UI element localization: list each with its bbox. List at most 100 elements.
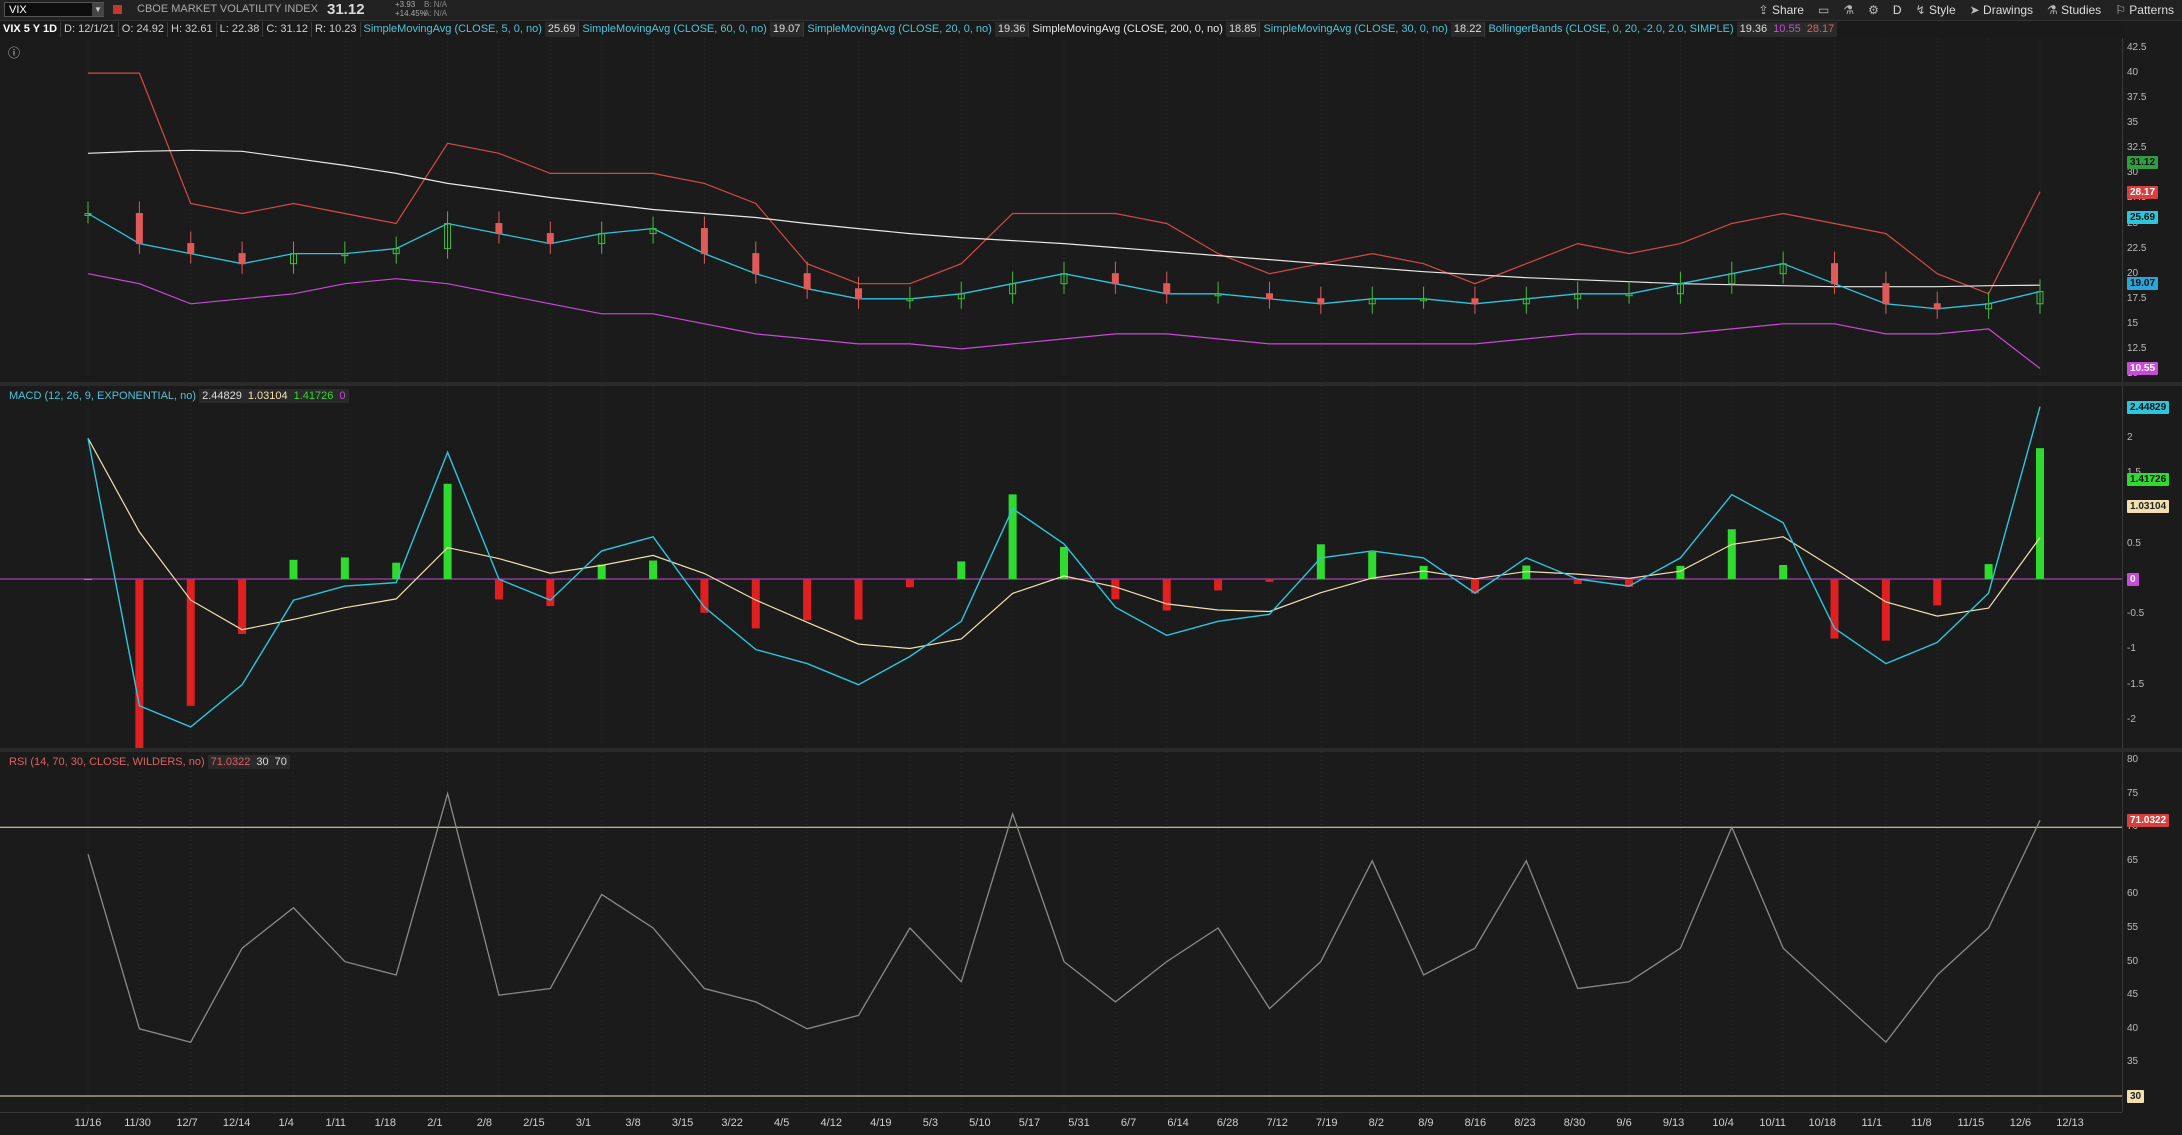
macd-value: 2.44829 xyxy=(199,389,245,403)
flag-icon[interactable] xyxy=(113,5,122,14)
price-tick: 42.5 xyxy=(2127,42,2147,53)
share-button[interactable]: ⇪ Share xyxy=(1759,3,1804,17)
study-sma200-label[interactable]: SimpleMovingAvg (CLOSE, 200, 0, no) xyxy=(1028,22,1226,37)
macd-tick: 0.5 xyxy=(2127,537,2141,549)
time-axis-label: 4/5 xyxy=(774,1117,790,1129)
macd-histogram-bar xyxy=(1779,564,1788,580)
macd-histogram-bar xyxy=(1368,551,1377,580)
macd-tag: 1.03104 xyxy=(2127,500,2170,514)
rsi-chart[interactable] xyxy=(0,752,2122,1112)
macd-label[interactable]: MACD (12, 26, 9, EXPONENTIAL, no) xyxy=(6,389,199,403)
macd-histogram-bar xyxy=(957,561,966,580)
rsi-tick: 50 xyxy=(2127,955,2139,967)
macd-tag: 0 xyxy=(2127,573,2139,587)
last-price: 31.12 xyxy=(327,1,365,18)
style-button[interactable]: ↯ Style xyxy=(1916,3,1956,17)
time-axis-label: 10/18 xyxy=(1808,1117,1837,1129)
time-axis-label: 9/13 xyxy=(1662,1117,1685,1129)
macd-histogram-bar xyxy=(803,579,812,621)
macd-histogram-bar xyxy=(1727,529,1736,580)
macd-tick: 2 xyxy=(2127,432,2133,444)
time-axis-label: 3/22 xyxy=(721,1117,743,1129)
candle-body xyxy=(1882,283,1890,305)
study-bb-upper: 28.17 xyxy=(1803,22,1838,37)
study-sma30-label[interactable]: SimpleMovingAvg (CLOSE, 30, 0, no) xyxy=(1259,22,1450,37)
macd-tag: 2.44829 xyxy=(2127,400,2170,414)
macd-histogram-bar xyxy=(84,579,92,581)
rsi-tick: 45 xyxy=(2127,989,2139,1001)
study-sma20-label[interactable]: SimpleMovingAvg (CLOSE, 20, 0, no) xyxy=(803,22,994,37)
price-tick: 15 xyxy=(2127,317,2139,329)
symbol-input[interactable]: VIX xyxy=(4,2,104,17)
study-bb-lower: 10.55 xyxy=(1770,22,1804,37)
info-icon[interactable]: ⓘ xyxy=(8,44,20,61)
time-axis-label: 11/8 xyxy=(1911,1117,1932,1129)
time-axis-label: 11/1 xyxy=(1861,1117,1883,1129)
rsi-axis[interactable]: 807570656055504540353071.032230 xyxy=(2122,752,2182,1112)
macd-chart[interactable] xyxy=(0,386,2122,748)
candle-body xyxy=(135,213,143,245)
study-sma200-value: 18.85 xyxy=(1225,22,1260,37)
time-axis-label: 1/4 xyxy=(278,1117,294,1129)
time-axis-label: 3/8 xyxy=(625,1117,641,1129)
macd-histogram-bar xyxy=(2036,448,2044,580)
time-axis-label: 5/10 xyxy=(969,1117,991,1129)
time-axis[interactable]: 11/16 11/30 12/7 12/14 1/4 1/11 1/18 2/1 2/8 2/15… xyxy=(0,1112,2122,1135)
ohlc-date: D: 12/1/21 xyxy=(60,22,118,37)
rsi-tag: 71.0322 xyxy=(2127,814,2170,828)
price-tick: 22.5 xyxy=(2127,242,2147,254)
chart-tools: ⇪ Share ▭ ⚗ ⚙ D ↯ Style ➤ Drawings ⚗ Stu… xyxy=(1759,2,2174,18)
candle-body xyxy=(855,288,863,300)
macd-histogram-bar xyxy=(1933,579,1942,606)
macd-histogram-bar xyxy=(905,579,914,588)
macd-axis[interactable]: 21.510.50-0.5-1-1.5-22.448291.417261.031… xyxy=(2122,386,2182,748)
price-pane[interactable]: ⓘ xyxy=(0,38,2122,382)
macd-histogram-bar xyxy=(1214,579,1223,591)
time-axis-label: 11/15 xyxy=(1957,1117,1985,1129)
candle-body xyxy=(1317,298,1325,305)
macd-legend: MACD (12, 26, 9, EXPONENTIAL, no) 2.44829… xyxy=(6,389,349,403)
rsi-label[interactable]: RSI (14, 70, 30, CLOSE, WILDERS, no) xyxy=(6,755,208,769)
macd-histogram-bar xyxy=(340,557,349,580)
symbol-toolbar: VIX ▼ CBOE MARKET VOLATILITY INDEX 31.12… xyxy=(0,0,2182,21)
macd-histogram-bar xyxy=(1162,579,1171,611)
price-tick: 37.5 xyxy=(2127,92,2147,104)
window-button[interactable]: ▭ xyxy=(1818,3,1829,17)
rsi-tick: 55 xyxy=(2127,922,2139,933)
ohlc-range: R: 10.23 xyxy=(310,22,360,37)
patterns-button[interactable]: ⚐ Patterns xyxy=(2115,3,2174,17)
time-axis-label: 3/15 xyxy=(671,1117,694,1129)
time-axis-label: 8/9 xyxy=(1418,1117,1434,1129)
chevron-down-icon[interactable]: ▼ xyxy=(92,3,104,16)
macd-histogram-bar xyxy=(597,564,606,580)
flask-button[interactable]: ⚗ xyxy=(1843,3,1854,17)
settings-button[interactable]: ⚙ xyxy=(1868,3,1879,17)
ohlc-open: O: 24.92 xyxy=(117,22,167,37)
time-axis-label: 2/8 xyxy=(476,1117,493,1129)
price-axis[interactable]: 42.54037.53532.53027.52522.52017.51512.5… xyxy=(2122,38,2182,382)
timeframe-button[interactable]: D xyxy=(1893,3,1902,17)
macd-histogram-bar xyxy=(1676,565,1685,580)
study-bb-label[interactable]: BollingerBands (CLOSE, 0, 20, -2.0, 2.0,… xyxy=(1484,22,1736,37)
price-chart[interactable] xyxy=(0,38,2122,382)
price-change: +3.93 +14.45% xyxy=(395,0,427,18)
price-tag: 10.55 xyxy=(2127,362,2159,376)
studies-button[interactable]: ⚗ Studies xyxy=(2047,3,2101,17)
rsi-pane[interactable]: RSI (14, 70, 30, CLOSE, WILDERS, no) 71.0… xyxy=(0,752,2122,1112)
time-axis-label: 8/30 xyxy=(1563,1117,1586,1129)
time-axis-label: 11/16 xyxy=(74,1117,102,1129)
time-axis-label: 9/6 xyxy=(1616,1117,1632,1129)
candle-body xyxy=(752,253,760,275)
price-tag: 31.12 xyxy=(2127,156,2159,170)
macd-histogram-bar xyxy=(1060,546,1068,580)
study-sma5-label[interactable]: SimpleMovingAvg (CLOSE, 5, 0, no) xyxy=(359,22,545,37)
time-axis-label: 12/6 xyxy=(2009,1117,2032,1129)
time-axis-label: 7/19 xyxy=(1316,1117,1338,1129)
macd-histogram-bar xyxy=(238,579,247,635)
price-tag: 25.69 xyxy=(2127,210,2159,224)
macd-histogram-bar xyxy=(443,483,452,580)
time-axis-label: 12/14 xyxy=(222,1117,251,1129)
drawings-button[interactable]: ➤ Drawings xyxy=(1970,3,2033,17)
study-sma60-label[interactable]: SimpleMovingAvg (CLOSE, 60, 0, no) xyxy=(578,22,769,37)
macd-pane[interactable]: MACD (12, 26, 9, EXPONENTIAL, no) 2.44829… xyxy=(0,386,2122,748)
